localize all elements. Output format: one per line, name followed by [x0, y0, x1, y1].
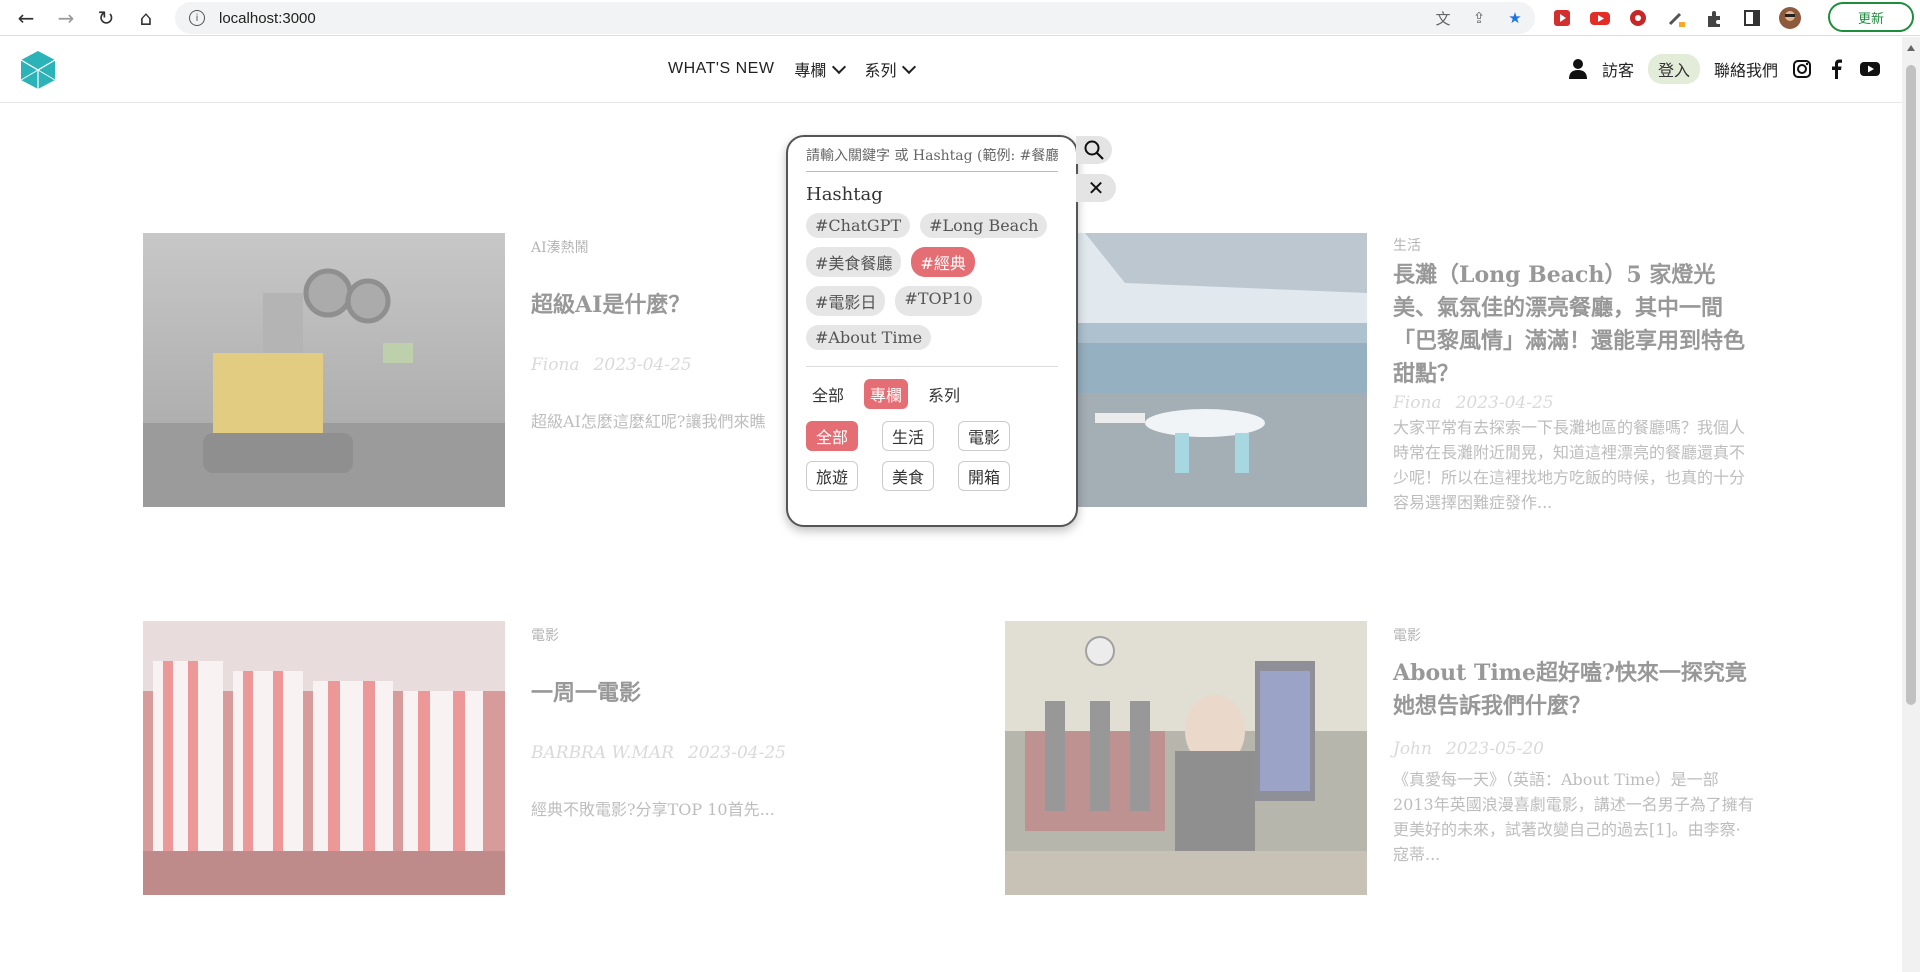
category-filter-life[interactable]: 生活 [882, 420, 935, 451]
back-icon[interactable]: ← [6, 0, 46, 36]
contact-link[interactable]: 聯絡我們 [1714, 57, 1778, 81]
home-icon[interactable]: ⌂ [126, 0, 166, 36]
category-filter-food[interactable]: 美食 [882, 460, 935, 491]
category-filter-movie[interactable]: 電影 [958, 420, 1011, 451]
nav-series-label: 系列 [864, 61, 897, 80]
profile-avatar[interactable] [1778, 6, 1802, 30]
page-scrollbar[interactable] [1902, 37, 1920, 972]
hashtag-chip[interactable]: #美食餐廳 [806, 246, 902, 277]
category-filter-all[interactable]: 全部 [806, 420, 859, 451]
audio-extension-icon[interactable] [1626, 6, 1650, 30]
browser-toolbar: ← → ↻ ⌂ i localhost:3000 文 ⇪ ★ 更新 [0, 0, 1920, 36]
divider [806, 365, 1058, 367]
type-filter-series[interactable]: 系列 [922, 379, 966, 409]
type-filter-row: 全部 專欄 系列 [806, 378, 1058, 409]
hashtag-chip[interactable]: #ChatGPT [806, 212, 911, 238]
main-nav: WHAT'S NEW 專欄 系列 [668, 57, 917, 81]
nav-whats-new[interactable]: WHAT'S NEW [668, 57, 774, 81]
facebook-icon[interactable] [1826, 59, 1846, 79]
youtube-extension-icon[interactable] [1588, 6, 1612, 30]
search-submit-button[interactable] [1076, 136, 1112, 164]
close-icon: ✕ [1087, 176, 1105, 200]
youtube-icon[interactable] [1860, 59, 1880, 79]
nav-column-label: 專欄 [794, 61, 827, 80]
guest-label: 訪客 [1601, 61, 1634, 80]
site-info-icon[interactable]: i [189, 10, 205, 26]
close-search-button[interactable]: ✕ [1076, 174, 1116, 202]
nav-column-dropdown[interactable]: 專欄 [794, 57, 847, 81]
url-text: localhost:3000 [219, 9, 316, 27]
user-icon[interactable] [1568, 59, 1588, 79]
hashtag-chip[interactable]: #Long Beach [920, 212, 1048, 238]
category-filter-row: 全部 生活 電影 旅遊 美食 開箱 [806, 420, 1058, 491]
forward-icon[interactable]: → [46, 0, 86, 36]
scroll-up-arrow-icon[interactable] [1907, 45, 1915, 51]
login-button[interactable]: 登入 [1647, 54, 1700, 84]
side-panel-icon[interactable] [1740, 6, 1764, 30]
hashtag-heading: Hashtag [806, 183, 883, 205]
nav-series-dropdown[interactable]: 系列 [864, 57, 917, 81]
address-bar[interactable]: i localhost:3000 文 ⇪ ★ [175, 2, 1535, 34]
type-filter-column[interactable]: 專欄 [864, 378, 909, 409]
site-header: WHAT'S NEW 專欄 系列 訪客 登入 聯絡我們 [0, 37, 1902, 103]
instagram-icon[interactable] [1792, 59, 1812, 79]
category-filter-unboxing[interactable]: 開箱 [958, 460, 1011, 491]
update-label: 更新 [1857, 11, 1884, 27]
update-button[interactable]: 更新 [1828, 2, 1914, 32]
hashtag-list: #ChatGPT #Long Beach #美食餐廳 #經典 #電影日 #TOP… [806, 212, 1058, 350]
hashtag-chip[interactable]: #About Time [806, 324, 932, 350]
chevron-down-icon [832, 59, 847, 74]
search-icon [1084, 140, 1104, 160]
eyedropper-extension-icon[interactable] [1664, 6, 1688, 30]
type-filter-all[interactable]: 全部 [806, 379, 850, 409]
scrollbar-thumb[interactable] [1906, 65, 1916, 705]
extension-video-icon[interactable] [1550, 6, 1574, 30]
hashtag-chip[interactable]: #電影日 [806, 285, 886, 316]
extensions-puzzle-icon[interactable] [1702, 6, 1726, 30]
translate-icon[interactable]: 文 [1433, 8, 1453, 28]
hashtag-chip-selected[interactable]: #經典 [911, 246, 975, 277]
hashtag-chip[interactable]: #TOP10 [895, 285, 982, 316]
bookmark-star-icon[interactable]: ★ [1505, 8, 1525, 28]
search-popover: Hashtag #ChatGPT #Long Beach #美食餐廳 #經典 #… [786, 135, 1078, 527]
category-filter-travel[interactable]: 旅遊 [806, 460, 859, 491]
site-logo[interactable] [18, 49, 58, 91]
reload-icon[interactable]: ↻ [86, 0, 126, 36]
chevron-down-icon [902, 59, 917, 74]
header-right: 訪客 登入 聯絡我們 [1568, 54, 1880, 84]
search-input[interactable] [806, 147, 1058, 172]
share-icon[interactable]: ⇪ [1469, 8, 1489, 28]
